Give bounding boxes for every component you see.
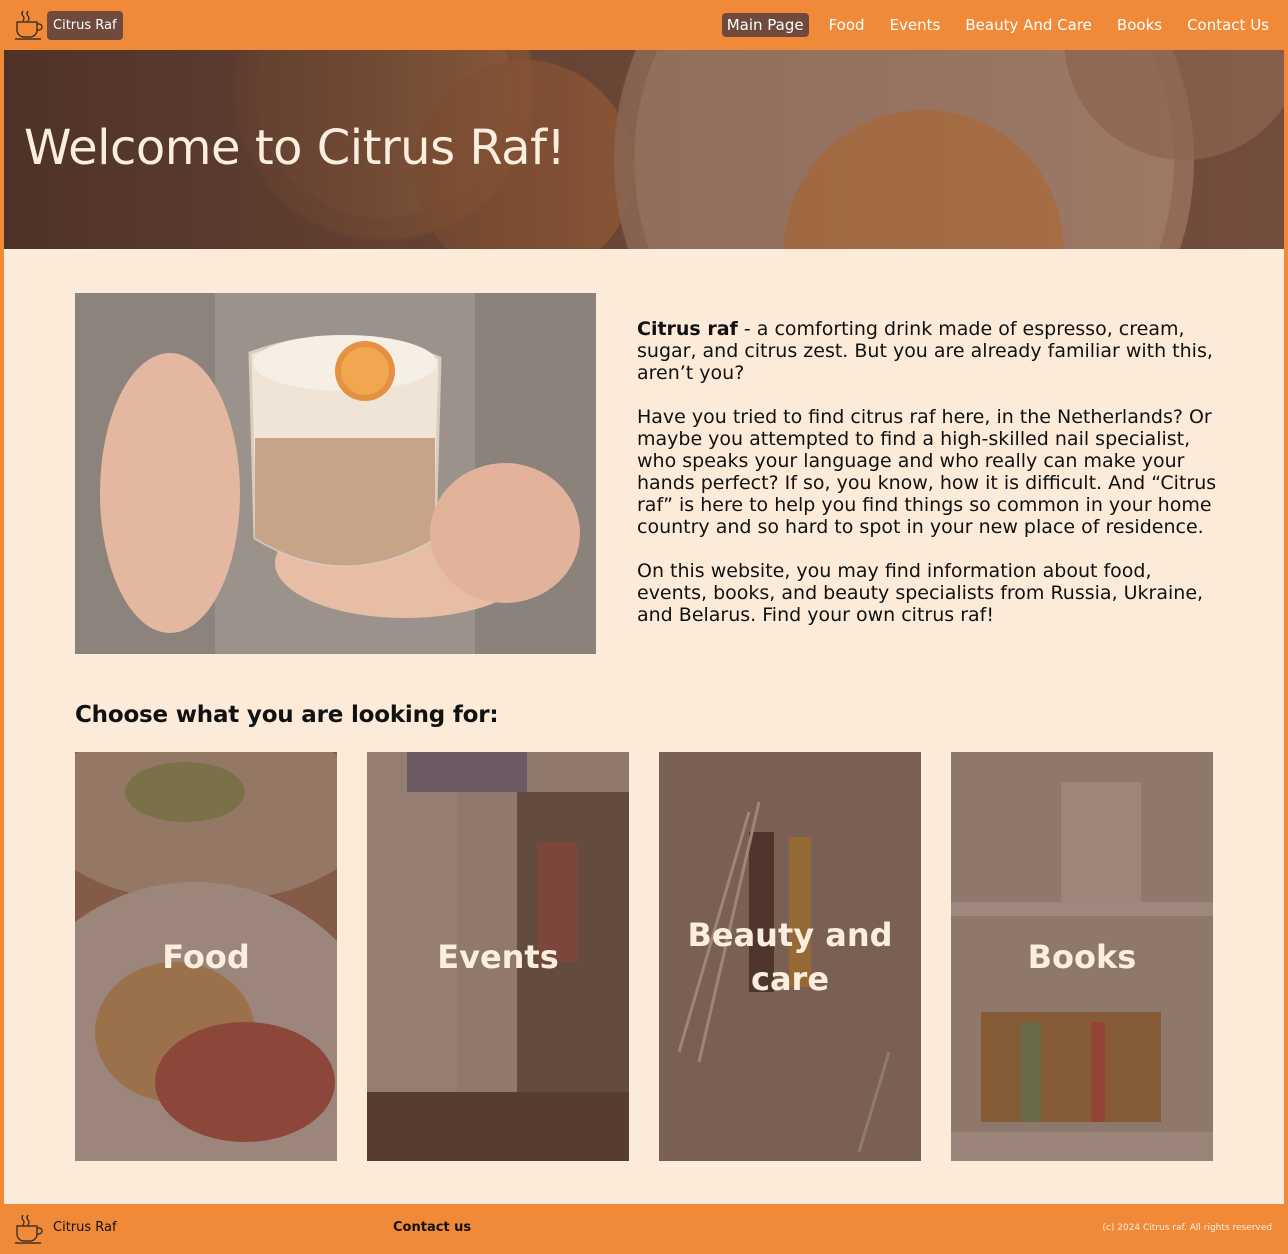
hero-banner: Welcome to Citrus Raf! bbox=[4, 50, 1284, 249]
nav-link-events[interactable]: Events bbox=[885, 13, 946, 37]
beauty-card-label: Beauty and care bbox=[687, 915, 893, 998]
nav-link-beauty-and-care[interactable]: Beauty And Care bbox=[960, 13, 1097, 37]
top-navbar: Citrus Raf Main Page Food Events Beauty … bbox=[0, 0, 1288, 50]
category-card-food[interactable]: Food bbox=[75, 752, 337, 1161]
coffee-cup-icon bbox=[15, 1214, 43, 1244]
category-card-events[interactable]: Events bbox=[367, 752, 629, 1161]
intro-paragraph-3: On this website, you may find informatio… bbox=[637, 560, 1204, 626]
intro-paragraph-2: Have you tried to find citrus raf here, … bbox=[637, 406, 1217, 538]
choose-heading: Choose what you are looking for: bbox=[75, 702, 499, 728]
nav-link-books[interactable]: Books bbox=[1112, 13, 1167, 37]
intro-text: Citrus raf - a comforting drink made of … bbox=[637, 318, 1222, 648]
category-card-beauty-and-care[interactable]: Beauty and care bbox=[659, 752, 921, 1161]
books-card-label: Books bbox=[1027, 937, 1137, 976]
nav-link-contact-us[interactable]: Contact Us bbox=[1182, 13, 1274, 37]
footer: Citrus Raf Contact us (c) 2024 Citrus ra… bbox=[4, 1204, 1284, 1254]
nav-link-main-page[interactable]: Main Page bbox=[721, 13, 809, 37]
intro-paragraph-1: Citrus raf - a comforting drink made of … bbox=[637, 318, 1222, 384]
intro-photo-citrus-raf bbox=[75, 293, 596, 654]
brand-logo-link[interactable]: Citrus Raf bbox=[47, 11, 123, 40]
footer-copyright: (c) 2024 Citrus raf. All rights reserved bbox=[1102, 1223, 1272, 1233]
footer-contact-link[interactable]: Contact us bbox=[393, 1220, 471, 1235]
nav-links: Main Page Food Events Beauty And Care Bo… bbox=[707, 13, 1274, 37]
coffee-cup-icon[interactable] bbox=[14, 9, 44, 41]
hero-title: Welcome to Citrus Raf! bbox=[24, 120, 566, 176]
nav-link-food[interactable]: Food bbox=[824, 13, 870, 37]
food-card-label: Food bbox=[162, 937, 250, 976]
footer-brand: Citrus Raf bbox=[53, 1220, 117, 1235]
category-card-books[interactable]: Books bbox=[951, 752, 1213, 1161]
events-card-label: Events bbox=[437, 937, 559, 976]
intro-bold-lead: Citrus raf bbox=[637, 318, 738, 340]
